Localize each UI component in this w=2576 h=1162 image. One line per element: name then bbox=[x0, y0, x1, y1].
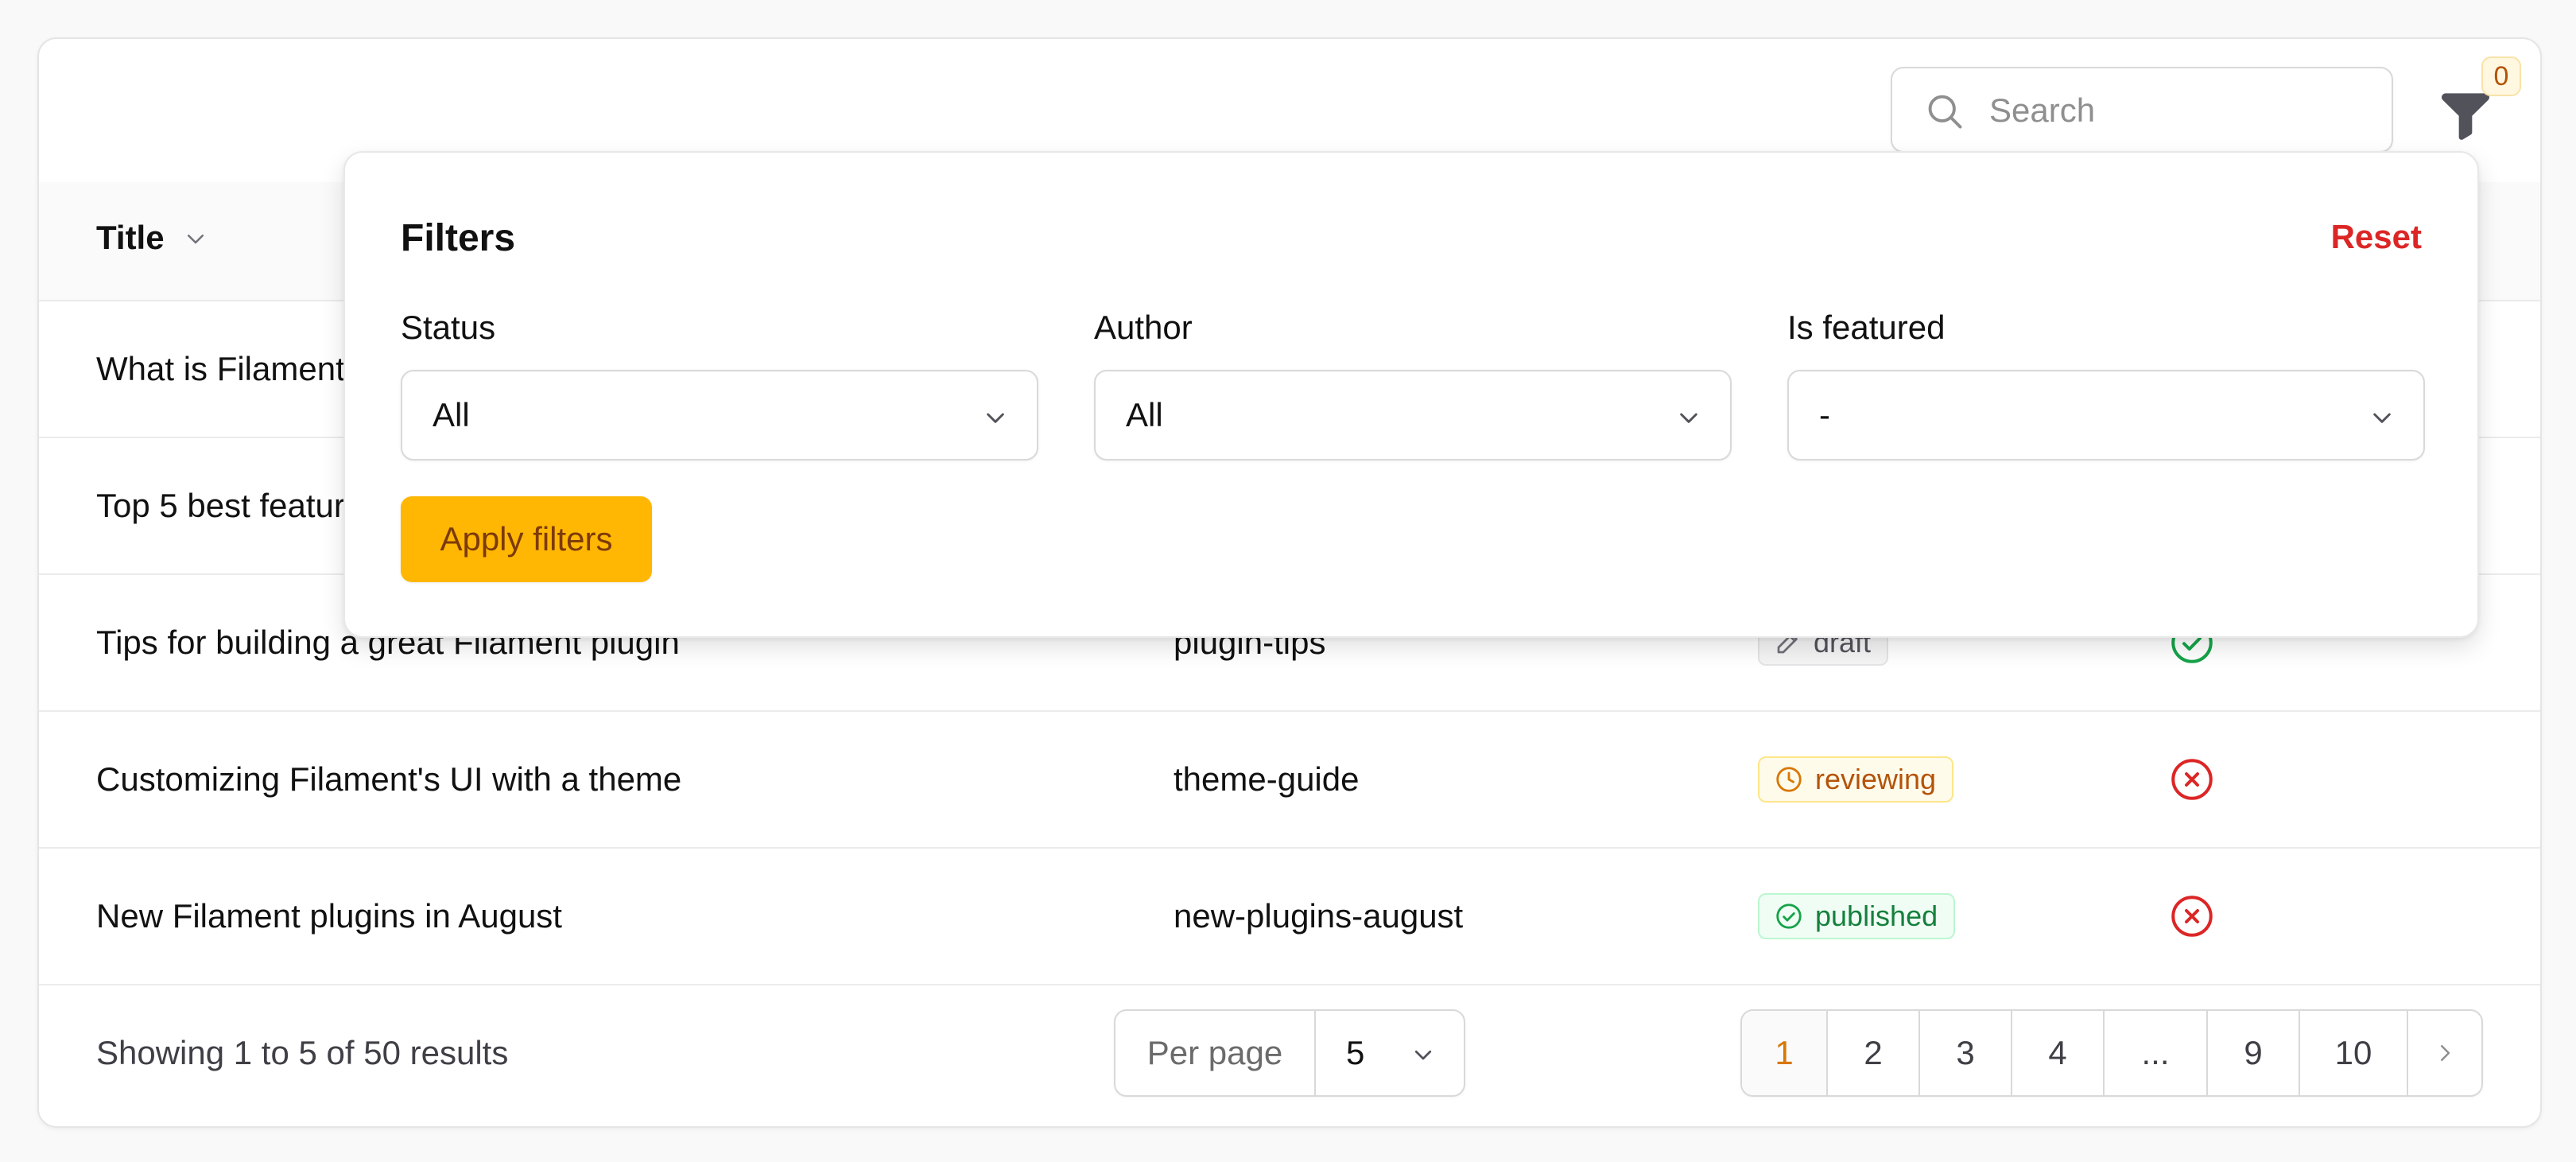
status-badge: reviewing bbox=[1758, 756, 1954, 803]
page-button-9[interactable]: 9 bbox=[2208, 1011, 2300, 1095]
row-title: Top 5 best features bbox=[96, 487, 381, 524]
page-button-2[interactable]: 2 bbox=[1828, 1011, 1920, 1095]
chevron-down-icon bbox=[987, 413, 1004, 423]
status-filter-value: All bbox=[433, 396, 470, 433]
row-title: What is Filament? bbox=[96, 350, 364, 387]
per-page-value-select[interactable]: 5 bbox=[1316, 1011, 1464, 1095]
author-filter-label: Author bbox=[1094, 309, 1193, 346]
pagination-summary: Showing 1 to 5 of 50 results bbox=[96, 1034, 509, 1071]
table-row[interactable]: Customizing Filament's UI with a theme t… bbox=[39, 712, 2540, 849]
author-filter-value: All bbox=[1126, 396, 1163, 433]
chevron-down-icon bbox=[2373, 413, 2391, 423]
featured-filter-value: - bbox=[1819, 396, 1830, 433]
search-field[interactable] bbox=[1891, 67, 2393, 153]
next-page-button[interactable] bbox=[2408, 1011, 2481, 1095]
row-slug: new-plugins-august bbox=[1174, 897, 1464, 935]
per-page-select[interactable]: Per page 5 bbox=[1114, 1009, 1465, 1097]
page-button-10[interactable]: 10 bbox=[2300, 1011, 2408, 1095]
search-icon bbox=[1928, 95, 1962, 129]
page-button-3[interactable]: 3 bbox=[1920, 1011, 2012, 1095]
sort-chevron-icon[interactable] bbox=[184, 227, 208, 251]
chevron-down-icon bbox=[1680, 413, 1697, 423]
page-button-1[interactable]: 1 bbox=[1742, 1011, 1828, 1095]
chevron-right-icon bbox=[2441, 1045, 2450, 1061]
status-badge-label: published bbox=[1815, 900, 1938, 932]
x-circle-icon bbox=[2171, 759, 2213, 800]
filters-title: Filters bbox=[401, 217, 516, 259]
table-footer: Showing 1 to 5 of 50 results Per page 5 … bbox=[39, 980, 2540, 1126]
featured-filter-label: Is featured bbox=[1787, 309, 1946, 346]
clock-icon bbox=[1776, 767, 1802, 792]
per-page-value: 5 bbox=[1346, 1034, 1365, 1071]
x-circle-icon bbox=[2171, 896, 2213, 937]
author-filter-select[interactable]: All bbox=[1094, 370, 1732, 461]
status-badge: published bbox=[1758, 893, 1956, 939]
filters-popover: Filters Reset Status All Author All Is f… bbox=[343, 151, 2479, 638]
row-slug: theme-guide bbox=[1174, 760, 1360, 798]
page-button-4[interactable]: 4 bbox=[2012, 1011, 2105, 1095]
column-header-title[interactable]: Title bbox=[96, 219, 165, 257]
search-input[interactable] bbox=[1988, 84, 2372, 137]
row-title: New Filament plugins in August bbox=[96, 897, 562, 935]
apply-filters-button[interactable]: Apply filters bbox=[401, 496, 652, 582]
chevron-down-icon bbox=[1414, 1050, 1432, 1060]
status-filter-label: Status bbox=[401, 309, 496, 346]
pagination: 1 2 3 4 ... 9 10 bbox=[1740, 1009, 2483, 1097]
table-row[interactable]: New Filament plugins in August new-plugi… bbox=[39, 849, 2540, 985]
page-ellipsis: ... bbox=[2105, 1011, 2208, 1095]
featured-filter-select[interactable]: - bbox=[1787, 370, 2425, 461]
per-page-label: Per page bbox=[1115, 1011, 1316, 1095]
check-circle-icon bbox=[1776, 904, 1802, 929]
status-badge-label: reviewing bbox=[1815, 763, 1937, 795]
filter-count-badge: 0 bbox=[2481, 56, 2521, 96]
status-filter-select[interactable]: All bbox=[401, 370, 1038, 461]
row-title: Customizing Filament's UI with a theme bbox=[96, 760, 682, 798]
reset-filters-link[interactable]: Reset bbox=[2331, 218, 2422, 256]
